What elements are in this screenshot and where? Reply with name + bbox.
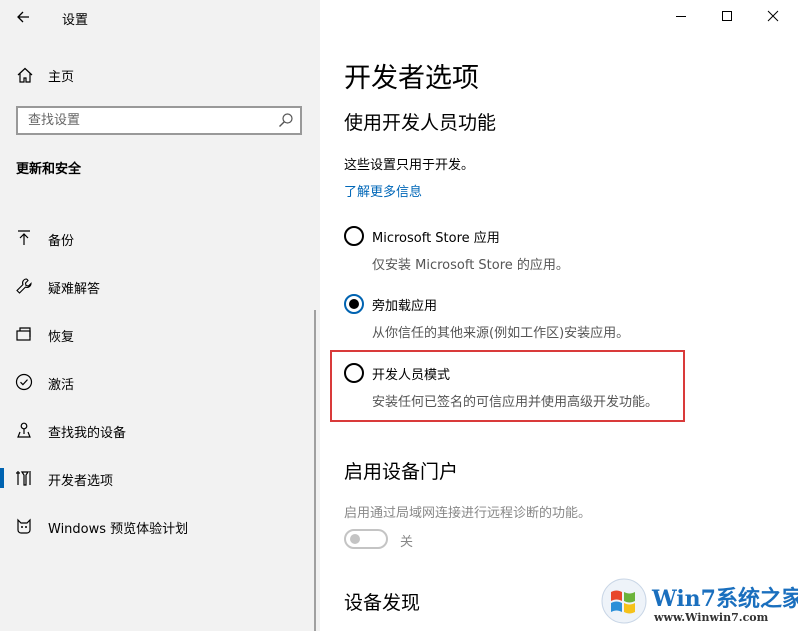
sidebar-item-label: 恢复 (48, 330, 75, 345)
windows-logo-icon (601, 578, 647, 624)
sidebar-scrollbar[interactable] (314, 310, 316, 631)
device-portal-toggle[interactable] (344, 529, 388, 549)
device-portal-heading: 启用设备门户 (344, 461, 459, 483)
radio-description: 仅安装 Microsoft Store 的应用。 (372, 258, 569, 273)
section-title: 更新和安全 (16, 162, 82, 177)
search-input[interactable] (18, 108, 268, 133)
radio-button[interactable] (344, 363, 364, 383)
device-discovery-heading: 设备发现 (344, 592, 421, 614)
radio-description: 从你信任的其他来源(例如工作区)安装应用。 (372, 326, 630, 341)
insider-cat-icon (17, 518, 31, 534)
radio-button[interactable] (344, 226, 364, 246)
backup-arrow-icon (18, 230, 30, 245)
watermark-title: Win7系统之家 (652, 586, 798, 612)
sidebar-item-windows-insider[interactable]: Windows 预览体验计划 (0, 506, 320, 546)
search-box (16, 106, 302, 135)
maximize-button[interactable] (704, 0, 750, 32)
window-controls (638, 0, 798, 34)
sidebar: 设置 主页 更新和安全 备份 疑难解答 恢复 激活 查找我的设备 开发者选项 W… (0, 0, 320, 631)
sidebar-item-label: 开发者选项 (48, 474, 114, 489)
sidebar-item-label: 激活 (48, 378, 75, 393)
learn-more-link[interactable]: 了解更多信息 (344, 181, 422, 200)
sidebar-item-recovery[interactable]: 恢复 (0, 314, 320, 354)
recovery-icon (16, 327, 31, 341)
minimize-button[interactable] (658, 0, 704, 32)
titlebar-left: 设置 (0, 0, 320, 34)
close-button[interactable] (750, 0, 796, 32)
radio-label: 开发人员模式 (372, 368, 451, 383)
sidebar-item-label: Windows 预览体验计划 (48, 522, 189, 537)
sidebar-item-developer-options[interactable]: 开发者选项 (0, 458, 320, 498)
watermark: Win7系统之家 www.Winwin7.com (600, 575, 798, 631)
dev-features-description: 这些设置只用于开发。 (344, 158, 475, 173)
watermark-url: www.Winwin7.com (654, 611, 769, 624)
selected-indicator (0, 468, 4, 488)
main-content: 开发者选项 使用开发人员功能 这些设置只用于开发。 了解更多信息 Microso… (320, 0, 798, 631)
sidebar-item-label: 备份 (48, 234, 75, 249)
app-title: 设置 (62, 13, 89, 28)
person-pin-icon (17, 422, 31, 438)
sidebar-item-home-label: 主页 (48, 70, 75, 85)
sidebar-item-label: 疑难解答 (48, 282, 101, 297)
dev-features-heading: 使用开发人员功能 (344, 112, 497, 134)
back-arrow-icon (17, 11, 29, 23)
sidebar-item-backup[interactable]: 备份 (0, 218, 320, 258)
sidebar-item-troubleshoot[interactable]: 疑难解答 (0, 266, 320, 306)
toggle-state-label: 关 (400, 535, 414, 550)
toggle-knob (350, 534, 360, 544)
radio-button-checked[interactable] (344, 294, 364, 314)
minimize-icon (676, 16, 686, 17)
developer-tools-icon (16, 471, 31, 486)
radio-label: 旁加载应用 (372, 299, 438, 314)
sidebar-item-label: 查找我的设备 (48, 426, 127, 441)
page-title: 开发者选项 (344, 63, 479, 94)
home-icon (17, 67, 33, 83)
wrench-icon (16, 278, 32, 294)
device-portal-description: 启用通过局域网连接进行远程诊断的功能。 (344, 506, 592, 521)
sidebar-item-find-my-device[interactable]: 查找我的设备 (0, 410, 320, 450)
sidebar-item-activation[interactable]: 激活 (0, 362, 320, 402)
maximize-icon (722, 11, 732, 21)
radio-label: Microsoft Store 应用 (372, 231, 500, 246)
radio-description: 安装任何已签名的可信应用并使用高级开发功能。 (372, 395, 659, 410)
check-circle-icon (15, 373, 33, 391)
highlight-box (330, 350, 685, 422)
sidebar-item-home[interactable]: 主页 (0, 58, 320, 90)
back-button[interactable] (8, 4, 38, 30)
search-icon[interactable] (278, 112, 294, 128)
close-icon (767, 10, 779, 22)
